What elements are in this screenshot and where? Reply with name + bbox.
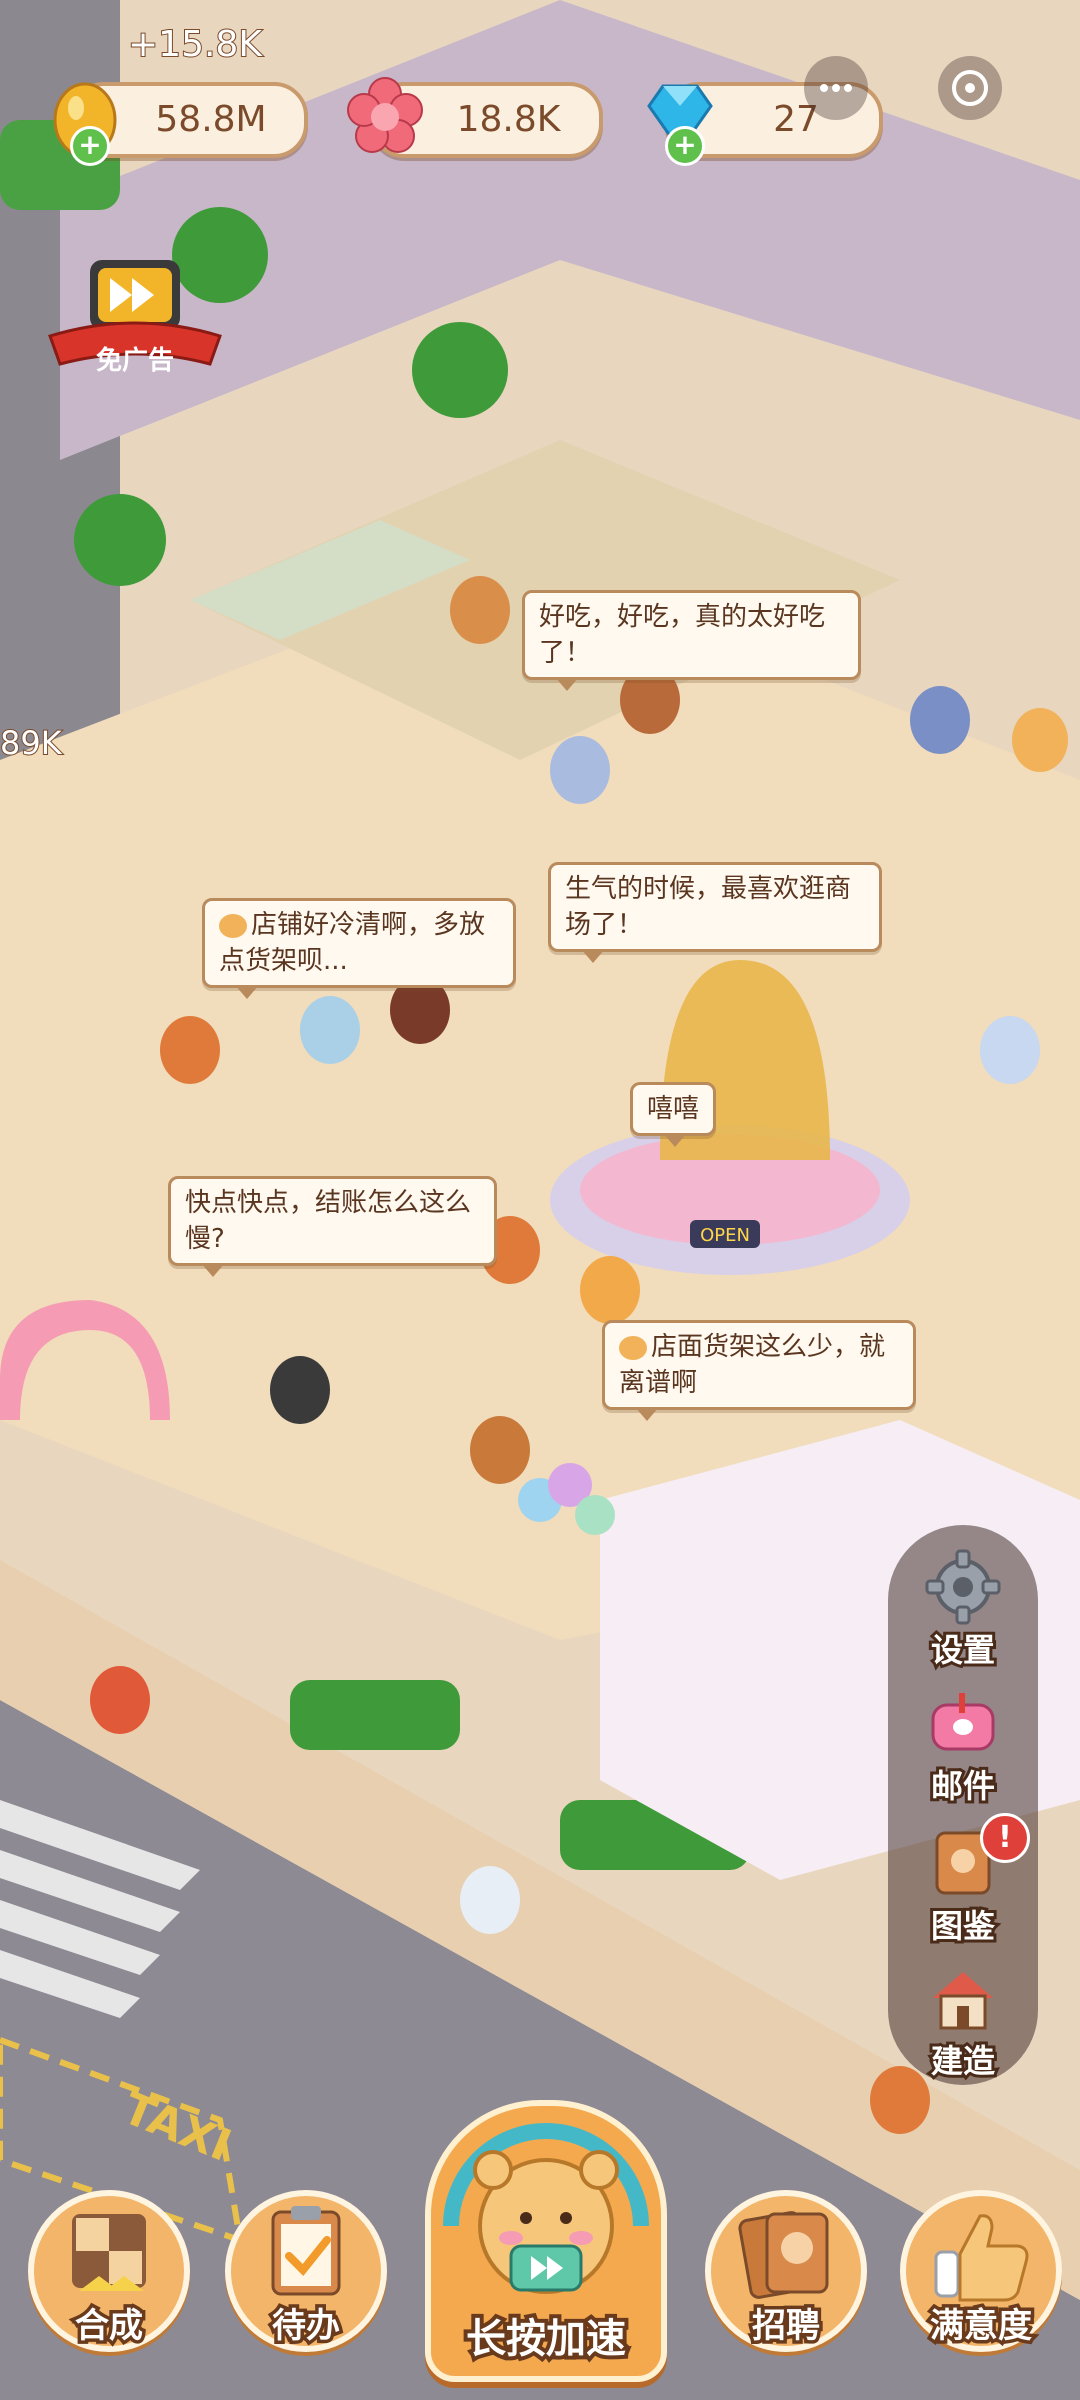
- hamster-face-icon: [619, 1335, 647, 1360]
- gold-resource[interactable]: + 58.8M: [53, 82, 308, 166]
- edge-income-text: 89K: [0, 723, 63, 763]
- speech-bubble: 店面货架这么少，就离谱啊: [602, 1320, 916, 1421]
- house-build-icon: [933, 1972, 993, 2030]
- speech-bubble: 快点快点，结账怎么这么慢?: [168, 1176, 497, 1277]
- speech-bubble: 好吃，好吃，真的太好吃了！: [522, 590, 861, 691]
- open-sign-text: OPEN: [700, 1225, 750, 1246]
- build-label: 建造: [928, 2039, 998, 2083]
- tree: [74, 494, 166, 586]
- settings-label: 设置: [928, 1628, 998, 1672]
- settings-button[interactable]: 设置: [888, 1539, 1038, 1672]
- floating-gain-text: +15.8K: [127, 23, 263, 66]
- speech-bubble-text: 好吃，好吃，真的太好吃了！: [539, 602, 826, 668]
- speech-bubble-text: 店面货架这么少，就离谱啊: [619, 1332, 886, 1398]
- balloon: [575, 1495, 615, 1535]
- side-menu: 设置 邮件 ! 图鉴 建造: [888, 1525, 1038, 2085]
- hamster-speed-icon: [443, 2123, 649, 2294]
- hamster-face-icon: [219, 913, 247, 938]
- merge-button[interactable]: 合成: [28, 2190, 190, 2352]
- speech-bubble-text: 嘻嘻: [647, 1094, 700, 1124]
- no-ads-button[interactable]: 免广告: [40, 240, 230, 390]
- todo-label: 待办: [269, 2303, 344, 2350]
- flower-resource[interactable]: 18.8K: [347, 77, 603, 158]
- pink-flower-icon: [347, 77, 423, 153]
- speech-bubble-text: 生气的时候，最喜欢逛商场了！: [565, 874, 852, 940]
- speed-up-label: 长按加速: [462, 2312, 630, 2366]
- add-gold-icon[interactable]: +: [70, 126, 110, 166]
- catalog-alert-badge: !: [980, 1813, 1030, 1863]
- hedge: [290, 1680, 460, 1750]
- speech-bubble: 店铺好冷清啊，多放点货架呗...: [202, 898, 516, 999]
- mail-label: 邮件: [928, 1764, 998, 1808]
- tree: [412, 322, 508, 418]
- no-ads-label: 免广告: [95, 346, 174, 376]
- satisfaction-button[interactable]: 满意度: [900, 2190, 1062, 2352]
- speed-up-button[interactable]: 长按加速: [425, 2100, 667, 2382]
- close-miniapp-button[interactable]: [938, 56, 1002, 120]
- satisfaction-label: 满意度: [927, 2303, 1036, 2350]
- speech-bubble-text: 店铺好冷清啊，多放点货架呗...: [219, 910, 486, 976]
- gear-icon: [925, 1549, 1001, 1625]
- recruit-label: 招聘: [749, 2303, 824, 2350]
- mail-button[interactable]: 邮件: [888, 1675, 1038, 1808]
- todo-button[interactable]: 待办: [225, 2190, 387, 2352]
- gold-value: 58.8M: [155, 99, 267, 140]
- more-dots-icon: [820, 84, 852, 92]
- catalog-label: 图鉴: [928, 1904, 998, 1948]
- build-button[interactable]: 建造: [888, 1950, 1038, 2083]
- merge-label: 合成: [72, 2303, 147, 2350]
- speech-bubble: 生气的时候，最喜欢逛商场了！: [548, 862, 882, 963]
- add-diamond-icon[interactable]: +: [665, 126, 705, 166]
- speech-bubble-text: 快点快点，结账怎么这么慢?: [185, 1188, 472, 1254]
- catalog-button[interactable]: ! 图鉴: [888, 1813, 1038, 1948]
- speech-bubble: 嘻嘻: [630, 1082, 717, 1147]
- flower-value: 18.8K: [456, 99, 561, 140]
- target-circle-icon: [952, 70, 988, 106]
- mailbox-icon: [931, 1693, 995, 1751]
- more-options-button[interactable]: [804, 56, 868, 120]
- recruit-button[interactable]: 招聘: [705, 2190, 867, 2352]
